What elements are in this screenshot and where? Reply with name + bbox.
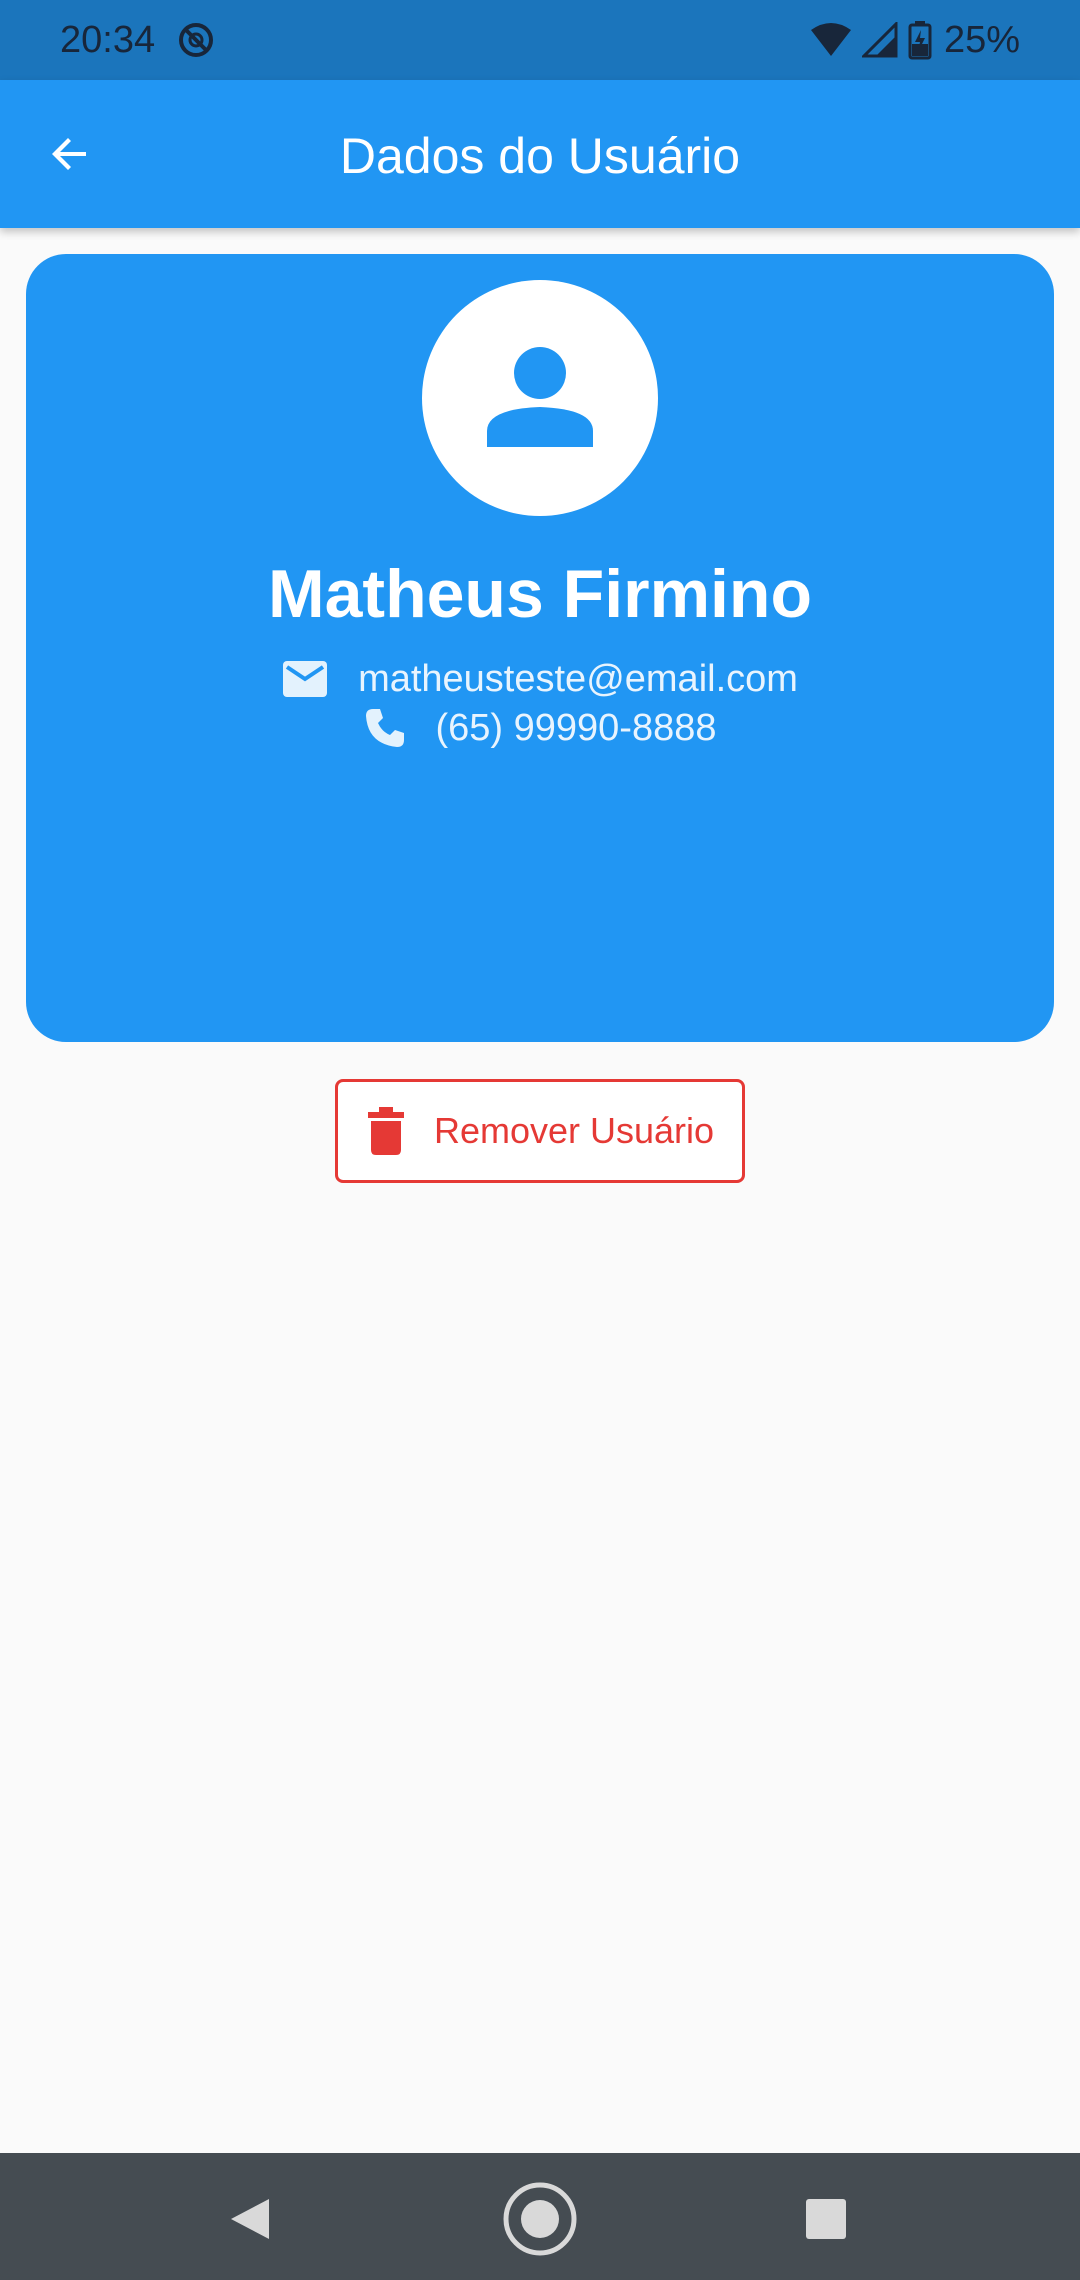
nav-home-button[interactable]	[500, 2179, 580, 2259]
avatar	[422, 280, 658, 516]
nav-recents-button[interactable]	[786, 2179, 866, 2259]
user-phone: (65) 99990-8888	[435, 707, 717, 749]
phone-icon	[365, 709, 404, 747]
nav-back-button[interactable]	[209, 2179, 289, 2259]
profile-card: Matheus Firmino matheusteste@email.com (…	[26, 254, 1054, 1042]
signal-icon	[861, 22, 898, 58]
back-triangle-icon	[231, 2199, 269, 2239]
user-name: Matheus Firmino	[267, 556, 813, 632]
remove-user-button[interactable]: Remover Usuário	[335, 1079, 745, 1183]
email-icon	[283, 661, 328, 697]
user-details-screen: 20:34 25% Dados do Usuário Matheus Firmi…	[0, 0, 1080, 2280]
person-icon	[487, 347, 593, 447]
recents-square-icon	[806, 2199, 846, 2239]
page-title: Dados do Usuário	[339, 128, 741, 184]
remove-user-label: Remover Usuário	[433, 1110, 715, 1151]
battery-charging-icon	[908, 21, 932, 60]
status-time: 20:34	[60, 19, 156, 61]
do-not-disturb-icon	[179, 23, 213, 57]
trash-icon	[367, 1107, 404, 1155]
status-bar: 20:34 25%	[0, 0, 1080, 80]
user-email: matheusteste@email.com	[358, 658, 798, 700]
wifi-icon	[810, 23, 851, 56]
navigation-bar	[0, 2153, 1080, 2280]
phone-row: (65) 99990-8888	[26, 698, 1054, 758]
status-icons: 25%	[810, 18, 1020, 62]
battery-percent: 25%	[943, 19, 1020, 61]
app-bar: Dados do Usuário	[0, 80, 1080, 228]
home-circle-icon	[503, 2182, 577, 2256]
